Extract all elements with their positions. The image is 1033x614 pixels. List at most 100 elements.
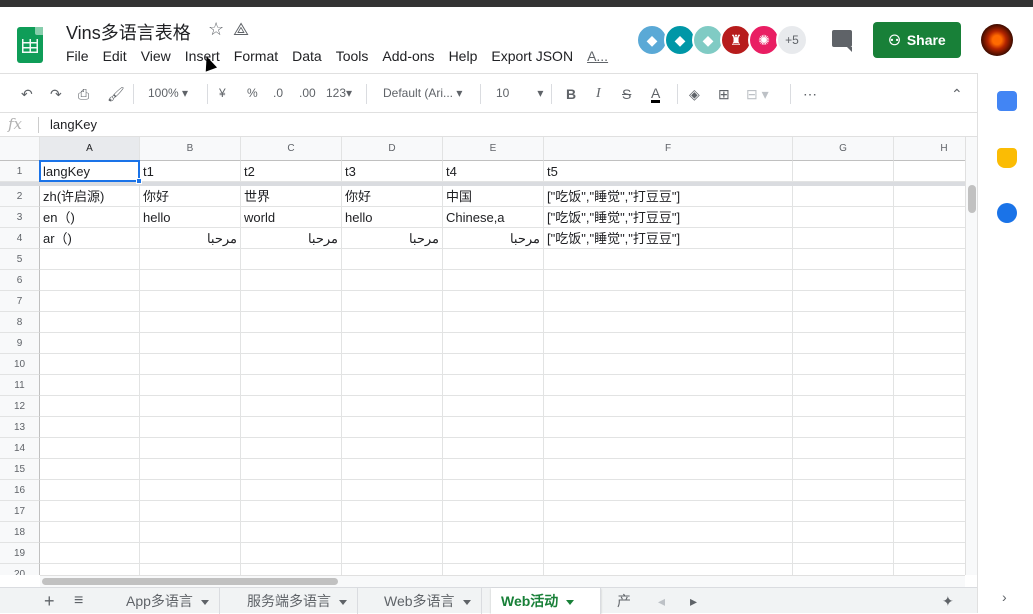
share-button[interactable]: ⚇ Share [873,22,961,58]
all-sheets-button[interactable]: ≡ [64,588,93,614]
keep-icon[interactable] [997,148,1017,168]
cell-g15[interactable] [793,459,894,480]
column-header-e[interactable]: E [443,137,544,161]
cell-g18[interactable] [793,522,894,543]
cell-g9[interactable] [793,333,894,354]
print-icon[interactable]: ⎙ [78,86,89,103]
cell-e4[interactable]: مرحبا [443,228,544,249]
cell-b1[interactable]: t1 [140,161,241,182]
cell-f2[interactable]: ["吃饭","睡觉","打豆豆"] [544,186,793,207]
cell-h15[interactable] [894,459,965,480]
fill-color-icon[interactable]: ◈ [689,86,700,103]
sheets-logo-icon[interactable] [17,27,43,63]
more-collaborators-badge[interactable]: +5 [776,24,808,56]
increase-decimal-button[interactable]: .00 [299,86,316,100]
cell-c12[interactable] [241,396,342,417]
cell-e14[interactable] [443,438,544,459]
row-header[interactable]: 17 [0,501,40,522]
cell-h20[interactable] [894,564,965,575]
scroll-tabs-right-icon[interactable]: ▸ [680,588,707,614]
paint-format-icon[interactable]: 🖌 [107,86,125,103]
column-header-g[interactable]: G [793,137,894,161]
cell-h2[interactable] [894,186,965,207]
italic-button[interactable]: I [596,86,601,102]
zoom-select[interactable]: 100% ▾ [148,86,188,100]
column-header-a[interactable]: A [40,137,140,161]
cell-b12[interactable] [140,396,241,417]
row-header[interactable]: 19 [0,543,40,564]
cell-b13[interactable] [140,417,241,438]
cell-d15[interactable] [342,459,443,480]
cell-b14[interactable] [140,438,241,459]
cell-c3[interactable]: world [241,207,342,228]
row-header[interactable]: 5 [0,249,40,270]
row-header[interactable]: 9 [0,333,40,354]
cell-a2[interactable]: zh(许启源) [40,186,140,207]
cell-h19[interactable] [894,543,965,564]
cell-e19[interactable] [443,543,544,564]
cell-f12[interactable] [544,396,793,417]
cell-b16[interactable] [140,480,241,501]
cell-a6[interactable] [40,270,140,291]
cell-h18[interactable] [894,522,965,543]
cell-g10[interactable] [793,354,894,375]
cell-c6[interactable] [241,270,342,291]
cell-b19[interactable] [140,543,241,564]
cell-a5[interactable] [40,249,140,270]
redo-icon[interactable]: ↷ [50,86,62,103]
cell-e18[interactable] [443,522,544,543]
row-header[interactable]: 7 [0,291,40,312]
cell-c5[interactable] [241,249,342,270]
tasks-icon[interactable] [997,203,1017,223]
cell-e13[interactable] [443,417,544,438]
column-header-h[interactable]: H [894,137,965,161]
cell-h14[interactable] [894,438,965,459]
star-icon[interactable]: ☆ [208,19,224,40]
cell-e11[interactable] [443,375,544,396]
cell-f10[interactable] [544,354,793,375]
horizontal-scrollbar[interactable] [40,575,965,587]
cell-e12[interactable] [443,396,544,417]
frozen-rows-divider[interactable] [0,182,965,186]
cell-g16[interactable] [793,480,894,501]
cell-d9[interactable] [342,333,443,354]
cell-f11[interactable] [544,375,793,396]
row-header[interactable]: 2 [0,186,40,207]
cell-a20[interactable] [40,564,140,575]
cell-b9[interactable] [140,333,241,354]
document-title[interactable]: Vins多语言表格 [66,19,191,45]
cell-c2[interactable]: 世界 [241,186,342,207]
cell-h6[interactable] [894,270,965,291]
column-header-c[interactable]: C [241,137,342,161]
menu-help[interactable]: Help [449,48,478,64]
move-to-drive-icon[interactable]: ⟁ [233,19,249,40]
calendar-icon[interactable] [997,91,1017,111]
cell-f7[interactable] [544,291,793,312]
cell-h1[interactable] [894,161,965,182]
borders-icon[interactable]: ⊞ [718,86,730,103]
cell-e3[interactable]: Chinese,a [443,207,544,228]
menu-add-ons[interactable]: Add-ons [382,48,434,64]
menu-view[interactable]: View [141,48,171,64]
cell-b2[interactable]: 你好 [140,186,241,207]
cell-f4[interactable]: ["吃饭","睡觉","打豆豆"] [544,228,793,249]
tab-web-multilang[interactable]: Web多语言 [374,588,482,614]
cell-b17[interactable] [140,501,241,522]
cell-h9[interactable] [894,333,965,354]
collapse-menu-icon[interactable]: ⌃ [951,86,963,103]
undo-icon[interactable]: ↶ [21,86,33,103]
cell-a17[interactable] [40,501,140,522]
cell-g5[interactable] [793,249,894,270]
cell-c9[interactable] [241,333,342,354]
cell-d1[interactable]: t3 [342,161,443,182]
vertical-scrollbar[interactable] [965,137,977,575]
strikethrough-button[interactable]: S [622,86,631,102]
tab-web-activity[interactable]: Web活动 [491,588,601,614]
cell-e6[interactable] [443,270,544,291]
cell-a13[interactable] [40,417,140,438]
cell-g1[interactable] [793,161,894,182]
cell-a8[interactable] [40,312,140,333]
cell-d11[interactable] [342,375,443,396]
cell-e17[interactable] [443,501,544,522]
cell-h16[interactable] [894,480,965,501]
